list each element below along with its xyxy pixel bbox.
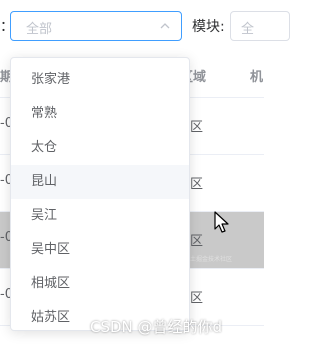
- dropdown-item-hovered[interactable]: 昆山: [11, 165, 189, 199]
- cell-area: 区: [190, 234, 204, 249]
- area-select[interactable]: 全部: [10, 11, 182, 41]
- csdn-watermark: CSDN @曾经的你d: [90, 318, 223, 336]
- dropdown-item[interactable]: 常熟: [11, 97, 189, 131]
- dropdown-item[interactable]: 张家港: [11, 63, 189, 97]
- mouse-cursor-icon: [214, 211, 229, 233]
- module-select[interactable]: 全: [230, 11, 290, 41]
- area-dropdown-menu: 张家港 常熟 太仓 昆山 吴江 吴中区 相城区 姑苏区: [10, 57, 190, 331]
- dropdown-item[interactable]: 吴江: [11, 199, 189, 233]
- area-select-placeholder: 全部: [26, 22, 53, 37]
- dropdown-item[interactable]: 相城区: [11, 267, 189, 301]
- module-select-placeholder: 全: [241, 22, 255, 37]
- header-machine: 机: [250, 70, 264, 85]
- filter-bar: ： 全部 模块: 全: [0, 0, 290, 52]
- cell-area: 区: [190, 120, 204, 135]
- dropdown-item[interactable]: 太仓: [11, 131, 189, 165]
- module-label: 模块:: [192, 19, 225, 35]
- dropdown-item[interactable]: 吴中区: [11, 233, 189, 267]
- chevron-up-icon: [160, 23, 170, 29]
- cell-area: 区: [190, 291, 204, 306]
- cell-area: 区: [190, 177, 204, 192]
